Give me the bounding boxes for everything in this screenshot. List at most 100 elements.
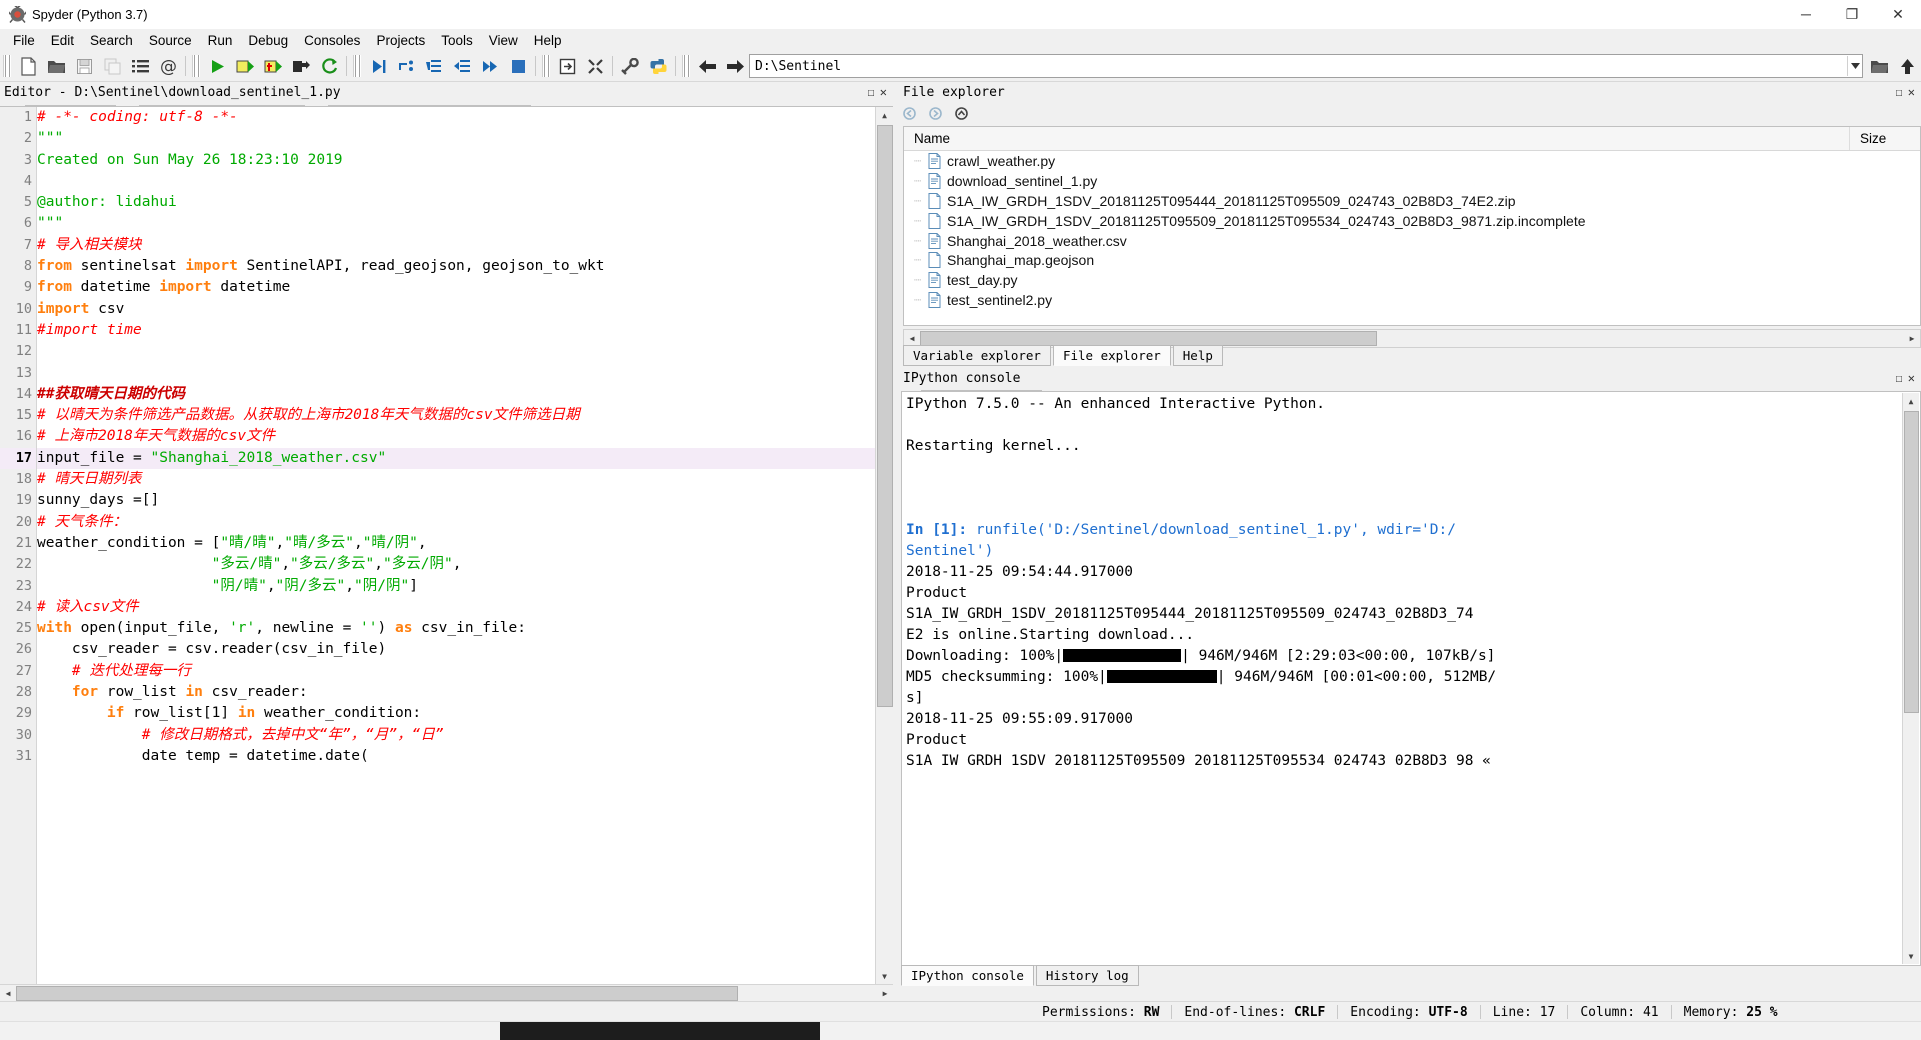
rerun-icon[interactable] [315, 53, 343, 79]
menu-item-source[interactable]: Source [141, 31, 200, 50]
path-dropdown-icon[interactable] [1847, 56, 1862, 76]
code-line[interactable]: "阴/晴","阴/多云","阴/阴"] [37, 576, 875, 597]
code-line[interactable]: # 天气条件： [37, 512, 875, 533]
editor-scroll-right-icon[interactable]: ▶ [877, 985, 893, 1001]
step-into-icon[interactable] [420, 53, 448, 79]
code-line[interactable]: import csv [37, 299, 875, 320]
editor-scroll-thumb[interactable] [877, 125, 893, 707]
fex-forward-icon[interactable] [927, 105, 943, 121]
file-row[interactable]: ┈ download_sentinel_1.py [904, 171, 1920, 191]
code-line[interactable]: from sentinelsat import SentinelAPI, rea… [37, 256, 875, 277]
code-line[interactable] [37, 341, 875, 362]
code-line[interactable] [37, 171, 875, 192]
debug-toolbar-grip[interactable] [353, 55, 361, 77]
console-vertical-scrollbar[interactable]: ▲ ▼ [1902, 393, 1919, 964]
run-cell-advance-icon[interactable] [259, 53, 287, 79]
preferences-icon[interactable] [616, 53, 644, 79]
editor-vertical-scrollbar[interactable]: ▲ ▼ [875, 107, 893, 984]
close-button[interactable]: ✕ [1875, 0, 1921, 28]
file-row[interactable]: ┈ Shanghai_map.geojson [904, 250, 1920, 270]
maximize-pane-icon[interactable] [553, 53, 581, 79]
new-file-icon[interactable] [14, 53, 42, 79]
code-line[interactable]: date temp = datetime.date( [37, 746, 875, 767]
code-line[interactable]: input_file = "Shanghai_2018_weather.csv" [37, 447, 875, 470]
run-file-icon[interactable] [203, 53, 231, 79]
menu-item-help[interactable]: Help [526, 31, 570, 50]
menu-item-view[interactable]: View [481, 31, 526, 50]
file-row[interactable]: ┈ test_day.py [904, 270, 1920, 290]
fullscreen-icon[interactable] [581, 53, 609, 79]
at-icon[interactable]: @ [154, 53, 182, 79]
pane-tab-variable-explorer[interactable]: Variable explorer [903, 345, 1051, 366]
run-toolbar-grip[interactable] [192, 55, 200, 77]
code-line[interactable]: # 迭代处理每一行 [37, 661, 875, 682]
step-return-icon[interactable] [448, 53, 476, 79]
console-scroll-down-icon[interactable]: ▼ [1903, 948, 1919, 964]
maximize-button[interactable]: ❐ [1829, 0, 1875, 28]
code-line[interactable]: # 上海市2018年天气数据的csv文件 [37, 426, 875, 447]
code-line[interactable]: @author: lidahui [37, 192, 875, 213]
code-line[interactable]: csv_reader = csv.reader(csv_in_file) [37, 639, 875, 660]
menu-item-debug[interactable]: Debug [240, 31, 296, 50]
code-line[interactable]: for row_list in csv_reader: [37, 682, 875, 703]
code-line[interactable]: """ [37, 128, 875, 149]
path-toolbar-grip[interactable] [682, 55, 690, 77]
code-line[interactable]: #import time [37, 320, 875, 341]
minimize-button[interactable]: ─ [1783, 0, 1829, 28]
fex-back-icon[interactable] [901, 105, 917, 121]
toolbar-grip[interactable] [3, 55, 11, 77]
code-line[interactable]: with open(input_file, 'r', newline = '')… [37, 618, 875, 639]
run-cell-icon[interactable] [231, 53, 259, 79]
editor-scroll-up-icon[interactable]: ▲ [876, 107, 893, 123]
file-row[interactable]: ┈ Shanghai_2018_weather.csv [904, 231, 1920, 251]
code-line[interactable]: if row_list[1] in weather_condition: [37, 703, 875, 724]
console-bottom-tab-history-log[interactable]: History log [1035, 965, 1139, 986]
code-line[interactable]: # 修改日期格式，去掉中文“年”，“月”，“日” [37, 725, 875, 746]
code-editor[interactable]: 1 2 3 4 5 6 7 8 9 10 11 12 13 14 15 16 17 18 19 20 21 22 23 24 2… [0, 106, 893, 984]
save-all-icon[interactable] [98, 53, 126, 79]
back-icon[interactable] [693, 53, 721, 79]
stop-debug-icon[interactable] [504, 53, 532, 79]
code-line[interactable]: Created on Sun May 26 18:23:10 2019 [37, 150, 875, 171]
working-directory-input[interactable] [750, 57, 1847, 75]
menu-item-edit[interactable]: Edit [43, 31, 82, 50]
file-list-table[interactable]: Name Size ┈ crawl_weather.py ┈ download_sen… [903, 126, 1921, 326]
step-over-icon[interactable] [392, 53, 420, 79]
pane-tab-help[interactable]: Help [1172, 345, 1223, 366]
fex-parent-icon[interactable] [953, 105, 969, 121]
console-scroll-thumb[interactable] [1904, 411, 1919, 713]
file-row[interactable]: ┈ S1A_IW_GRDH_1SDV_20181125T095444_201811… [904, 191, 1920, 211]
code-line[interactable]: ##获取晴天日期的代码 [37, 384, 875, 405]
menu-item-consoles[interactable]: Consoles [296, 31, 368, 50]
code-line[interactable] [37, 363, 875, 384]
code-line[interactable]: from datetime import datetime [37, 277, 875, 298]
editor-close-icon[interactable]: ✕ [880, 85, 887, 99]
continue-icon[interactable] [476, 53, 504, 79]
parent-directory-icon[interactable] [1893, 53, 1921, 79]
file-row[interactable]: ┈ crawl_weather.py [904, 151, 1920, 171]
editor-scroll-down-icon[interactable]: ▼ [876, 968, 893, 984]
file-explorer-undock-icon[interactable]: ☐ [1896, 85, 1903, 99]
menu-item-tools[interactable]: Tools [433, 31, 481, 50]
view-toolbar-grip[interactable] [542, 55, 550, 77]
editor-undock-icon[interactable]: ☐ [868, 85, 875, 99]
menu-item-file[interactable]: File [5, 31, 43, 50]
console-close-icon[interactable]: ✕ [1908, 371, 1915, 385]
editor-hscroll-thumb[interactable] [16, 986, 738, 1001]
pythonpath-icon[interactable] [644, 53, 672, 79]
column-header-size[interactable]: Size [1850, 131, 1920, 146]
file-row[interactable]: ┈ test_sentinel2.py [904, 290, 1920, 310]
console-output[interactable]: IPython 7.5.0 -- An enhanced Interactive… [901, 391, 1921, 966]
code-line[interactable]: sunny_days =[] [37, 490, 875, 511]
menu-item-projects[interactable]: Projects [368, 31, 433, 50]
debug-file-icon[interactable] [364, 53, 392, 79]
editor-horizontal-scrollbar[interactable]: ◀ ▶ [0, 984, 893, 1002]
code-line[interactable]: """ [37, 213, 875, 234]
pane-tab-file-explorer[interactable]: File explorer [1052, 345, 1171, 366]
open-file-icon[interactable] [42, 53, 70, 79]
menu-item-run[interactable]: Run [200, 31, 241, 50]
code-line[interactable]: weather_condition = ["晴/晴","晴/多云","晴/阴", [37, 533, 875, 554]
console-scroll-up-icon[interactable]: ▲ [1903, 393, 1919, 409]
code-line[interactable]: # 以晴天为条件筛选产品数据。从获取的上海市2018年天气数据的csv文件筛选日… [37, 405, 875, 426]
code-line[interactable]: "多云/晴","多云/多云","多云/阴", [37, 554, 875, 575]
